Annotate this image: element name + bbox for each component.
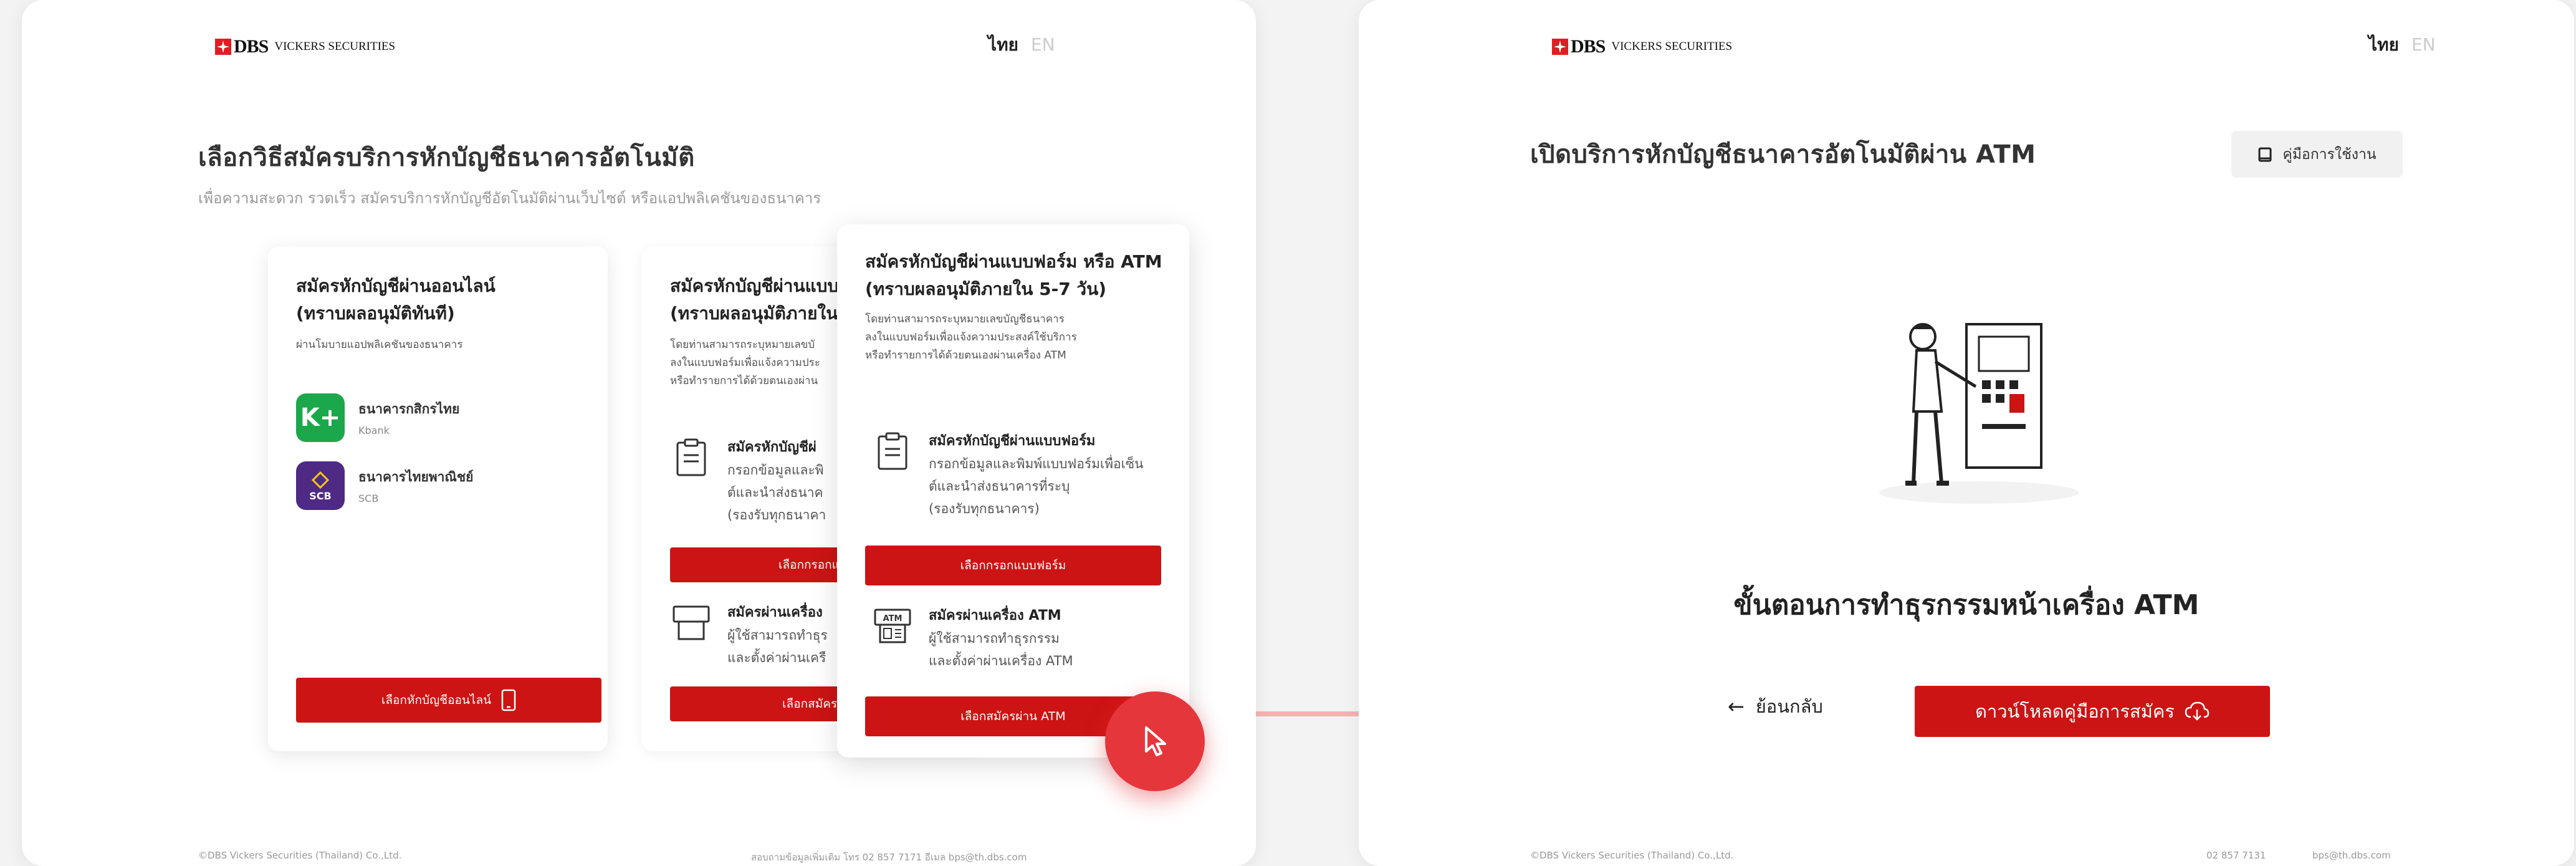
kbank-logo-icon: K+ (296, 393, 345, 442)
online-card-title: สมัครหักบัญชีผ่านออนไลน์ (296, 276, 496, 296)
back-button[interactable]: ← ย้อนกลับ (1728, 692, 1823, 721)
lang-en-option[interactable]: EN (1031, 34, 1055, 55)
bank-option-scb[interactable]: SCB ธนาคารไทยพาณิชย์ SCB (296, 461, 473, 510)
bank-code: SCB (358, 493, 379, 504)
online-card-subtitle: (ทราบผลอนุมัติทันที) (296, 303, 455, 324)
click-cursor-badge (1105, 691, 1205, 791)
method-selection-panel: DBS VICKERS SECURITIES ไทย EN เลือกวิธีสม… (22, 0, 1256, 866)
atm-steps-heading: ขั้นตอนการทำธุรกรรมหน้าเครื่อง ATM (1733, 589, 2200, 621)
footer-contact: สอบถามข้อมูลเพิ่มเติม โทร 02 857 7171 อี… (751, 852, 1027, 863)
clipboard-icon (878, 432, 907, 470)
cloud-download-icon (2185, 701, 2210, 721)
online-apply-card: สมัครหักบัญชีผ่านออนไลน์ (ทราบผลอนุมัติท… (268, 246, 608, 751)
dbs-logo: DBS VICKERS SECURITIES (1552, 36, 1732, 57)
book-icon (2258, 147, 2272, 161)
dbs-star-icon (215, 39, 231, 55)
dbs-logo: DBS VICKERS SECURITIES (215, 36, 395, 57)
mobile-phone-icon (501, 689, 516, 711)
person-at-atm-illustration (1879, 323, 2079, 504)
language-switch: ไทย EN (2368, 31, 2436, 59)
dbs-star-icon (1552, 39, 1568, 55)
clipboard-icon (676, 438, 706, 476)
bank-option-kbank[interactable]: K+ ธนาคารกสิกรไทย Kbank (296, 393, 459, 442)
lang-thai-option[interactable]: ไทย (2368, 34, 2399, 55)
mouse-pointer-icon (1145, 726, 1166, 756)
form-atm-card-title: สมัครหักบัญชีผ่านแบบฟอร์ม หรือ ATM (865, 251, 1162, 272)
atm-option: ATM สมัครผ่านเครื่อง ATM ผู้ใช้สามารถทำธ… (871, 605, 1073, 672)
arrow-left-icon: ← (1728, 695, 1745, 718)
user-guide-button[interactable]: คู่มือการใช้งาน (2231, 131, 2403, 178)
atm-machine-icon (673, 605, 710, 640)
page-title: เปิดบริการหักบัญชีธนาคารอัตโนมัติผ่าน AT… (1530, 140, 2036, 169)
form-atm-card-desc: โดยท่านสามารถระบุหมายเลขบัญชีธนาคาร ลงใน… (865, 313, 1077, 362)
form-atm-card-subtitle: (ทราบผลอนุมัติภายใน 5-7 วัน) (865, 279, 1107, 299)
form-option: สมัครหักบัญชีผ่ กรอกข้อมูลและพิ ต์และนำส… (670, 436, 826, 526)
scb-logo-icon: SCB (296, 461, 345, 510)
page-subtitle: เพื่อความสะดวก รวดเร็ว สมัครบริการหักบัญ… (198, 190, 821, 207)
atm-machine-icon: ATM (874, 609, 911, 643)
select-online-button[interactable]: เลือกหักบัญชีออนไลน์ (296, 678, 601, 723)
footer-copyright: ©DBS Vickers Securities (Thailand) Co.,L… (198, 850, 402, 861)
select-form-button[interactable]: เลือกกรอกแบบฟอร์ม (865, 546, 1161, 585)
download-guide-button[interactable]: ดาวน์โหลดคู่มือการสมัคร (1915, 686, 2270, 737)
footer-email: bps@th.dbs.com (2312, 850, 2391, 861)
online-card-desc: ผ่านโมบายแอปพลิเคชันของธนาคาร (296, 339, 463, 351)
atm-guide-panel: DBS VICKERS SECURITIES ไทย EN เปิดบริการห… (1359, 0, 2574, 866)
lang-thai-option[interactable]: ไทย (988, 34, 1018, 55)
bank-name: ธนาคารกสิกรไทย (358, 402, 460, 416)
lang-en-option[interactable]: EN (2411, 34, 2436, 55)
svg-text:ATM: ATM (883, 614, 903, 623)
page-title: เลือกวิธีสมัครบริการหักบัญชีธนาคารอัตโนม… (198, 143, 695, 172)
form-option: สมัครหักบัญชีผ่านแบบฟอร์ม กรอกข้อมูลและพ… (871, 430, 1143, 520)
bank-code: Kbank (358, 425, 390, 436)
atm-option: สมัครผ่านเครื่อง ผู้ใช้สามารถทำธุร และตั… (670, 602, 828, 669)
bank-name: ธนาคารไทยพาณิชย์ (358, 469, 474, 484)
language-switch: ไทย EN (988, 31, 1055, 59)
footer-phone: 02 857 7131 (2206, 850, 2266, 861)
form-atm-card: สมัครหักบัญชีผ่านแบบฟอร์ม หรือ ATM (ทราบ… (837, 224, 1189, 758)
footer-copyright: ©DBS Vickers Securities (Thailand) Co.,L… (1530, 850, 1734, 861)
